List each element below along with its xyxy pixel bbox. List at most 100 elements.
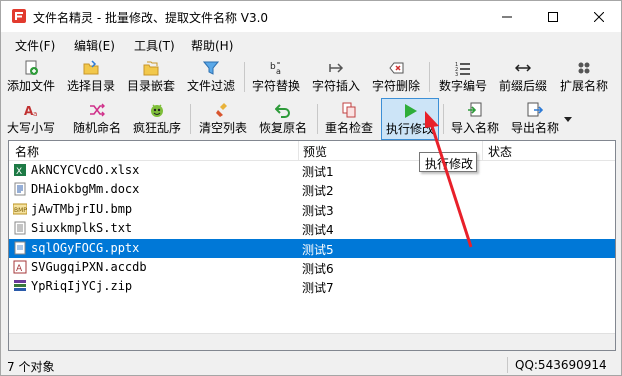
delete-icon	[389, 62, 404, 74]
menu-bar: 文件(F) 编辑(E) 工具(T) 帮助(H)	[1, 32, 621, 56]
numbering-icon: 123	[455, 62, 470, 76]
duplicate-check-label: 重名检查	[324, 121, 373, 135]
char-replace-button[interactable]: ba 字符替换	[249, 56, 303, 98]
file-preview: 测试6	[302, 262, 334, 276]
toolbar-separator	[443, 104, 444, 134]
random-name-label: 随机命名	[72, 121, 121, 135]
window-title: 文件名精灵 - 批量修改、提取文件名称 V3.0	[33, 11, 269, 25]
select-folder-label: 选择目录	[66, 79, 115, 93]
export-dropdown-button[interactable]	[564, 112, 574, 122]
app-logo-icon	[12, 9, 26, 23]
toolbar-row-1: 添加文件 选择目录 目录嵌套 文件过滤 ba 字符替换 字符插入 字符删除 1 …	[1, 56, 621, 98]
column-divider[interactable]	[482, 141, 483, 161]
svg-text:BMP: BMP	[14, 207, 27, 214]
list-item[interactable]: SiuxkmplkS.txt 测试4	[9, 219, 615, 238]
clear-icon	[216, 103, 227, 117]
menu-help[interactable]: 帮助(H)	[191, 37, 233, 54]
clear-list-button[interactable]: 清空列表	[196, 98, 250, 140]
horizontal-scrollbar[interactable]	[9, 333, 615, 350]
export-names-label: 导出名称	[510, 121, 559, 135]
file-list[interactable]: 名称 预览 状态 X AkNCYCVcdO.xlsx 测试1 DHAiokbgMm.d…	[8, 140, 616, 351]
word-file-icon	[13, 182, 27, 196]
toolbar-separator	[244, 62, 245, 92]
column-divider[interactable]	[298, 141, 299, 161]
object-count: 7 个对象	[7, 360, 55, 374]
crazy-shuffle-button[interactable]: 疯狂乱序	[130, 98, 184, 140]
extension-label: 扩展名称	[559, 79, 608, 93]
list-item[interactable]: DHAiokbgMm.docx 测试2	[9, 180, 615, 199]
extension-icon	[578, 62, 590, 74]
list-item[interactable]: A SVGugqiPXN.accdb 测试6	[9, 258, 615, 277]
minimize-button[interactable]	[484, 1, 530, 32]
svg-text:a: a	[33, 110, 37, 118]
qq-contact: QQ:543690914	[515, 358, 607, 372]
case-icon: Aa	[24, 104, 37, 118]
maximize-icon	[548, 11, 558, 22]
char-insert-label: 字符插入	[311, 79, 360, 93]
file-preview: 测试5	[302, 242, 334, 257]
nested-folder-label: 目录嵌套	[126, 79, 175, 93]
txt-file-icon	[13, 221, 27, 235]
folder-icon	[83, 60, 99, 75]
file-name: SVGugqiPXN.accdb	[31, 260, 147, 274]
list-item[interactable]: YpRiqIjYCj.zip 测试7	[9, 277, 615, 296]
restore-name-label: 恢复原名	[258, 121, 307, 135]
clear-list-label: 清空列表	[198, 121, 247, 135]
add-file-button[interactable]: 添加文件	[4, 56, 58, 98]
excel-file-icon: X	[13, 163, 27, 177]
list-item[interactable]: sqlOGyFOCG.pptx 测试5	[9, 238, 615, 258]
column-name[interactable]: 名称	[15, 143, 39, 160]
char-insert-button[interactable]: 字符插入	[309, 56, 363, 98]
chevron-down-icon	[564, 117, 572, 122]
case-button[interactable]: Aa 大写小写	[4, 98, 58, 140]
extension-button[interactable]: 扩展名称	[556, 56, 612, 98]
file-filter-button[interactable]: 文件过滤	[184, 56, 238, 98]
access-file-icon: A	[13, 260, 27, 274]
export-names-button[interactable]: 导出名称	[508, 98, 562, 140]
svg-text:3: 3	[455, 72, 458, 76]
pptx-file-icon	[13, 241, 27, 255]
numbering-button[interactable]: 123 数字编号	[435, 56, 491, 98]
file-preview: 测试7	[302, 281, 334, 296]
file-name: YpRiqIjYCj.zip	[31, 279, 133, 294]
duplicate-check-button[interactable]: 重名检查	[322, 98, 376, 140]
crazy-shuffle-label: 疯狂乱序	[132, 121, 181, 135]
list-item[interactable]: BMP jAwTMbjrIU.bmp 测试3	[9, 200, 615, 219]
close-button[interactable]	[576, 1, 622, 32]
import-names-button[interactable]: 导入名称	[448, 98, 502, 140]
status-divider	[507, 357, 508, 373]
replace-icon: ba	[270, 62, 281, 76]
add-file-icon	[25, 60, 38, 75]
prefix-suffix-icon	[515, 64, 531, 72]
zip-file-icon	[13, 279, 27, 293]
file-preview: 测试2	[302, 184, 334, 199]
char-replace-label: 字符替换	[251, 79, 300, 93]
add-file-label: 添加文件	[6, 79, 55, 93]
menu-file[interactable]: 文件(F)	[15, 37, 55, 54]
select-folder-button[interactable]: 选择目录	[64, 56, 118, 98]
app-window: 文件名精灵 - 批量修改、提取文件名称 V3.0 文件(F) 编辑(E) 工具(…	[0, 0, 622, 376]
prefix-suffix-button[interactable]: 前缀后缀	[495, 56, 551, 98]
maximize-button[interactable]	[530, 1, 576, 32]
execute-button[interactable]: 执行修改	[381, 98, 439, 140]
export-icon	[527, 102, 543, 117]
char-delete-button[interactable]: 字符删除	[369, 56, 423, 98]
file-filter-label: 文件过滤	[186, 79, 235, 93]
numbering-label: 数字编号	[438, 79, 487, 93]
menu-tools[interactable]: 工具(T)	[134, 37, 175, 54]
prefix-suffix-label: 前缀后缀	[498, 79, 547, 93]
bmp-file-icon: BMP	[12, 202, 28, 216]
file-name: AkNCYCVcdO.xlsx	[31, 163, 140, 177]
column-status[interactable]: 状态	[488, 143, 512, 160]
random-name-button[interactable]: 随机命名	[70, 98, 124, 140]
title-bar[interactable]: 文件名精灵 - 批量修改、提取文件名称 V3.0	[1, 1, 621, 32]
restore-name-button[interactable]: 恢复原名	[256, 98, 310, 140]
column-preview[interactable]: 预览	[303, 143, 327, 160]
svg-text:a: a	[276, 67, 281, 76]
toolbar-row-2: Aa 大写小写 随机命名 疯狂乱序 清空列表 恢复原名 重名检查 执行修改 导入…	[1, 98, 621, 140]
list-item[interactable]: X AkNCYCVcdO.xlsx 测试1	[9, 161, 615, 180]
menu-edit[interactable]: 编辑(E)	[74, 37, 115, 54]
nested-folder-button[interactable]: 目录嵌套	[124, 56, 178, 98]
import-icon	[468, 102, 482, 117]
check-duplicate-icon	[342, 102, 356, 118]
